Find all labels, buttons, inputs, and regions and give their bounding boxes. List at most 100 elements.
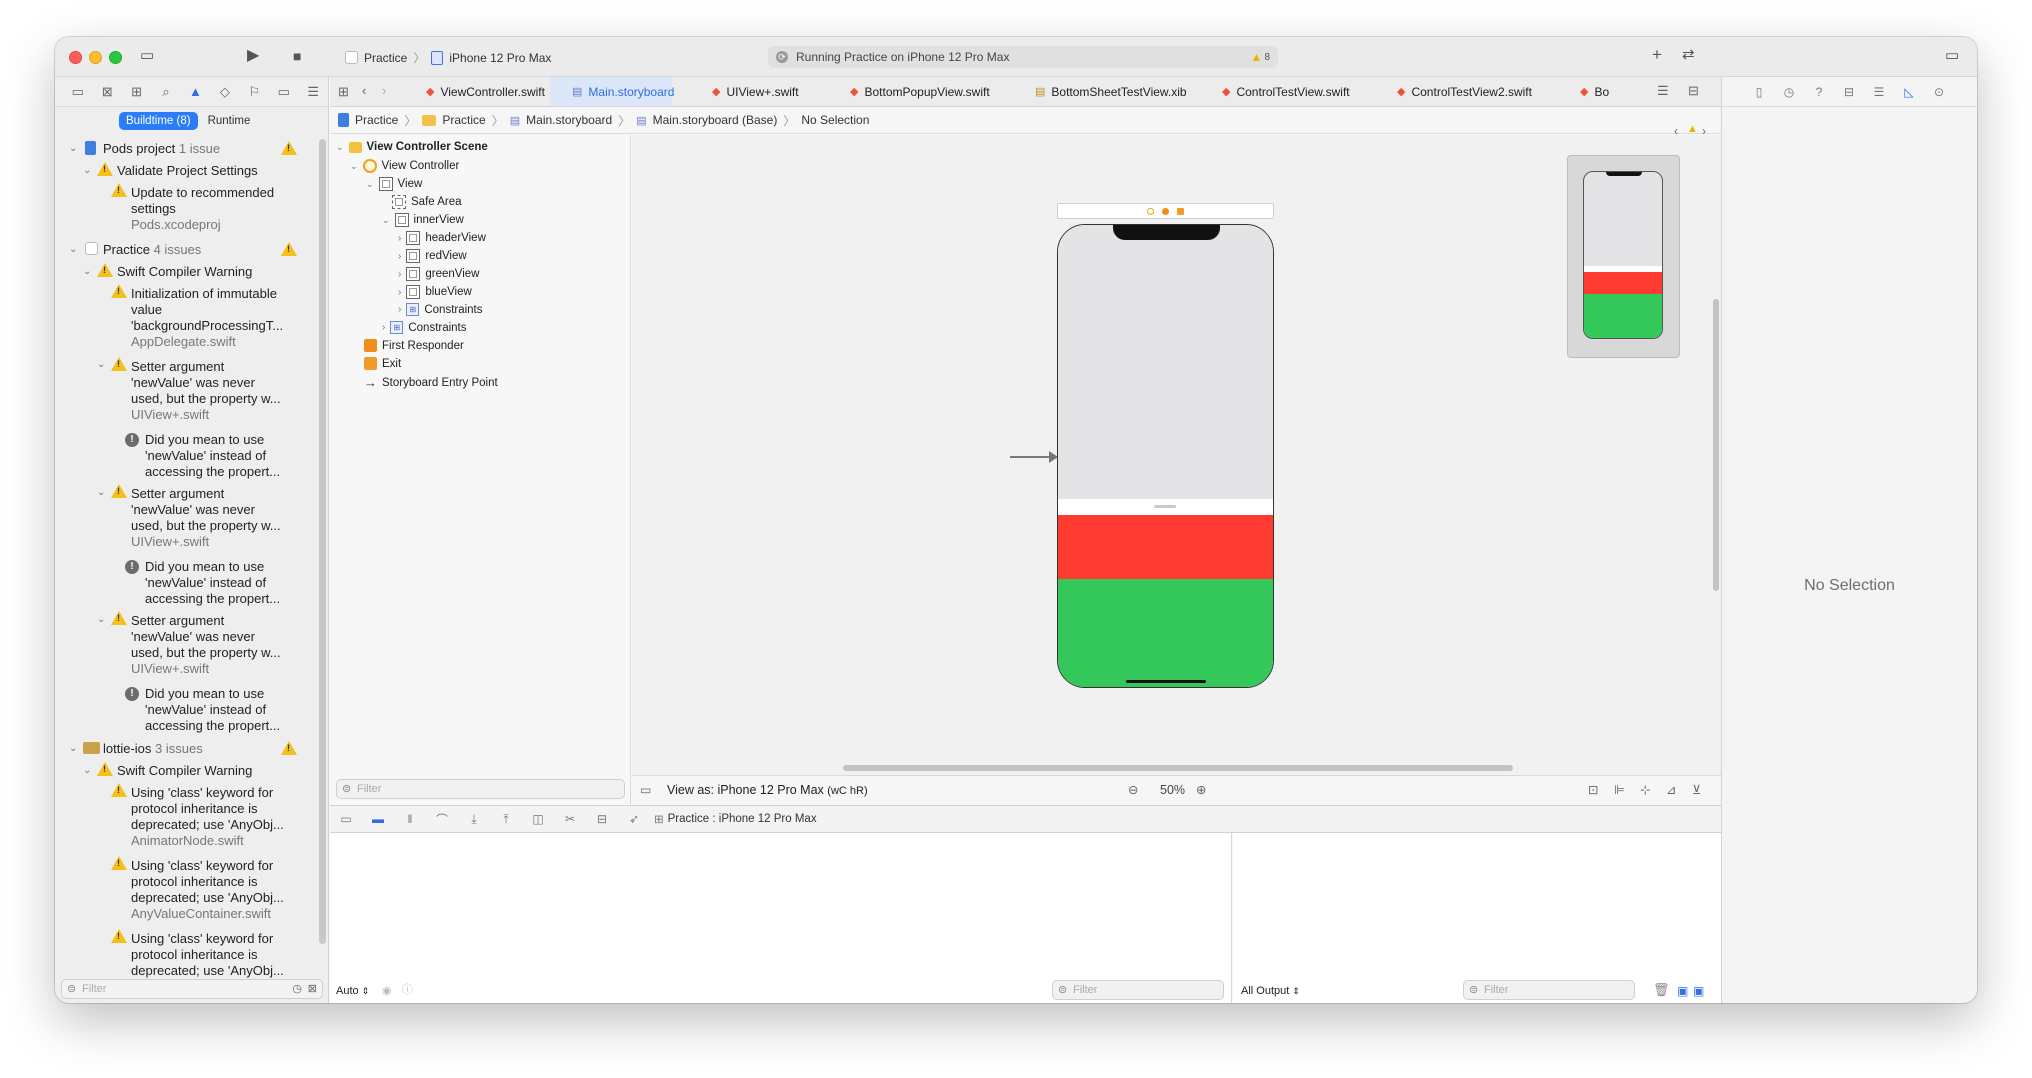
iphone-scene[interactable] [1057, 224, 1274, 688]
scheme-selector[interactable]: Practice 〉 iPhone 12 Pro Max [345, 49, 551, 66]
zoom-window-button[interactable] [109, 51, 122, 64]
list-item[interactable]: Setter argument 'newValue' was never use… [131, 359, 311, 423]
outline-row-constraints-inner[interactable]: › ⊞ Constraints [398, 303, 483, 316]
header-view[interactable] [1058, 499, 1273, 515]
list-item[interactable]: Did you mean to use 'newValue' instead o… [145, 432, 310, 480]
grid-icon[interactable]: ⊞ [338, 84, 349, 100]
memory-graph-icon[interactable]: ✂ [554, 812, 586, 826]
connections-inspector-icon[interactable]: ⊙ [1924, 85, 1954, 99]
close-window-button[interactable] [69, 51, 82, 64]
warning-icon[interactable]: ▲ [1687, 123, 1698, 135]
inspector-toggle-icon[interactable]: ▭ [1945, 48, 1959, 64]
chevron-down-icon[interactable]: ⌄ [69, 143, 77, 154]
jumpbar-item[interactable]: Practice [355, 113, 398, 127]
debug-icon[interactable]: ⚐ [240, 84, 269, 100]
show-console-icon[interactable]: ▣ [1693, 984, 1704, 998]
run-icon[interactable]: ▶ [247, 48, 259, 64]
outline-row-exit[interactable]: Exit [364, 357, 401, 370]
first-responder-dock-icon[interactable] [1162, 207, 1169, 215]
step-in-icon[interactable]: ⤓ [458, 812, 490, 827]
view-as-button[interactable]: View as: iPhone 12 Pro Max (wC hR) [667, 783, 868, 797]
tab-bottomsheettestview[interactable]: ▤ BottomSheetTestView.xib [1035, 77, 1187, 106]
file-inspector-icon[interactable]: ▯ [1744, 85, 1774, 99]
output-selector[interactable]: All Output ⇕ [1241, 985, 1300, 997]
sidebar-toggle-icon[interactable]: ▭ [140, 48, 154, 64]
storyboard-canvas[interactable] [632, 135, 1721, 775]
console-view[interactable]: All Output ⇕ Filter 🗑 ▣ ▣ [1233, 833, 1721, 1003]
canvas-minimap[interactable] [1567, 155, 1680, 358]
code-review-icon[interactable]: ⇄ [1682, 47, 1695, 63]
tab-overflow[interactable]: ◆ Bo [1580, 77, 1609, 106]
show-variables-icon[interactable]: ▣ [1677, 984, 1688, 998]
stop-icon[interactable]: ■ [293, 48, 301, 64]
list-item[interactable]: Setter argument 'newValue' was never use… [131, 486, 311, 550]
error-filter-icon[interactable]: ⊠ [308, 982, 317, 995]
list-item[interactable]: Using 'class' keyword for protocol inher… [131, 931, 311, 979]
jumpbar-item[interactable]: Main.storyboard [526, 113, 612, 127]
add-icon[interactable]: + [1652, 46, 1662, 63]
main-view[interactable] [1058, 225, 1273, 499]
zoom-out-icon[interactable]: ⊖ [1128, 782, 1138, 797]
list-item[interactable]: Did you mean to use 'newValue' instead o… [145, 559, 310, 607]
identity-inspector-icon[interactable]: ⊟ [1834, 85, 1864, 99]
console-filter-field[interactable]: Filter [1463, 980, 1635, 1000]
tab-uiview-extension[interactable]: ◆ UIView+.swift [712, 77, 799, 106]
outline-row-safearea[interactable]: Safe Area [392, 195, 462, 209]
resolve-issues-icon[interactable]: ⊿ [1666, 782, 1676, 797]
environment-overrides-icon[interactable]: ⊟ [586, 812, 618, 826]
history-inspector-icon[interactable]: ◷ [1774, 85, 1804, 99]
hide-debug-icon[interactable]: ▭ [330, 812, 362, 826]
source-control-icon[interactable]: ⊠ [92, 84, 121, 100]
list-item[interactable]: Practice 4 issues [103, 242, 201, 258]
list-item[interactable]: lottie-ios 3 issues [103, 741, 203, 757]
zoom-in-icon[interactable]: ⊕ [1196, 782, 1206, 797]
outline-row-view[interactable]: ⌄ View [366, 177, 422, 191]
zoom-level[interactable]: 50% [1160, 783, 1185, 797]
align-icon[interactable]: ⊫ [1614, 782, 1625, 797]
forward-icon[interactable]: › [382, 83, 386, 98]
chevron-down-icon[interactable]: ⌄ [69, 743, 77, 754]
jumpbar-item[interactable]: No Selection [801, 113, 869, 127]
outline-row-scene[interactable]: ⌄ View Controller Scene [336, 141, 488, 153]
list-item[interactable]: Validate Project Settings [117, 163, 258, 179]
chevron-down-icon[interactable]: ⌄ [83, 266, 91, 277]
outline-row-headerview[interactable]: › headerView [398, 231, 486, 245]
back-icon[interactable]: ‹ [362, 83, 366, 98]
outline-row-constraints[interactable]: › ⊞ Constraints [382, 321, 467, 334]
chevron-down-icon[interactable]: ⌄ [69, 244, 77, 255]
list-item[interactable]: Swift Compiler Warning [117, 763, 252, 779]
breakpoint-icon[interactable]: ▭ [269, 84, 298, 100]
embed-icon[interactable]: ⊻ [1692, 782, 1701, 797]
test-icon[interactable]: ◇ [210, 84, 239, 100]
chevron-down-icon[interactable]: ⌄ [97, 614, 105, 625]
outline-row-greenview[interactable]: › greenView [398, 267, 479, 281]
variables-filter-field[interactable]: Filter [1052, 980, 1224, 1000]
chevron-down-icon[interactable]: ⌄ [97, 487, 105, 498]
green-view[interactable] [1058, 579, 1273, 687]
outline-row-redview[interactable]: › redView [398, 249, 467, 263]
help-inspector-icon[interactable]: ? [1804, 85, 1834, 99]
outline-row-viewcontroller[interactable]: ⌄ View Controller [350, 159, 459, 173]
step-over-icon[interactable]: ⌒ [426, 811, 458, 828]
runtime-tab[interactable]: Runtime [208, 115, 251, 127]
canvas-vertical-scrollbar[interactable] [1713, 299, 1719, 591]
breakpoints-toggle-icon[interactable]: ▬ [362, 812, 394, 826]
outline-toggle-icon[interactable]: ▭ [640, 783, 651, 797]
red-view[interactable] [1058, 515, 1273, 579]
simulate-location-icon[interactable]: ➶ [618, 812, 650, 826]
issue-icon[interactable]: ▲ [181, 84, 210, 99]
list-item[interactable]: Using 'class' keyword for protocol inher… [131, 858, 311, 922]
jumpbar-item[interactable]: Main.storyboard (Base) [653, 113, 778, 127]
step-out-icon[interactable]: ⤒ [490, 812, 522, 827]
debug-breadcrumb[interactable]: ⊞ Practice : iPhone 12 Pro Max [654, 812, 817, 826]
clock-icon[interactable]: ◷ [292, 982, 302, 995]
navigator-scrollbar[interactable] [319, 139, 326, 944]
entry-point-arrow[interactable] [1010, 451, 1058, 463]
list-item[interactable]: Initialization of immutable value 'backg… [131, 286, 311, 350]
symbol-icon[interactable]: ⊞ [122, 84, 151, 100]
view-controller-dock-icon[interactable] [1147, 207, 1154, 215]
activity-warning-badge[interactable]: ▲ 8 [1251, 50, 1270, 64]
trash-icon[interactable]: 🗑 [1653, 982, 1670, 998]
info-circle-icon[interactable]: ⓘ [402, 981, 413, 997]
auto-selector[interactable]: Auto ⇕ [336, 985, 369, 997]
